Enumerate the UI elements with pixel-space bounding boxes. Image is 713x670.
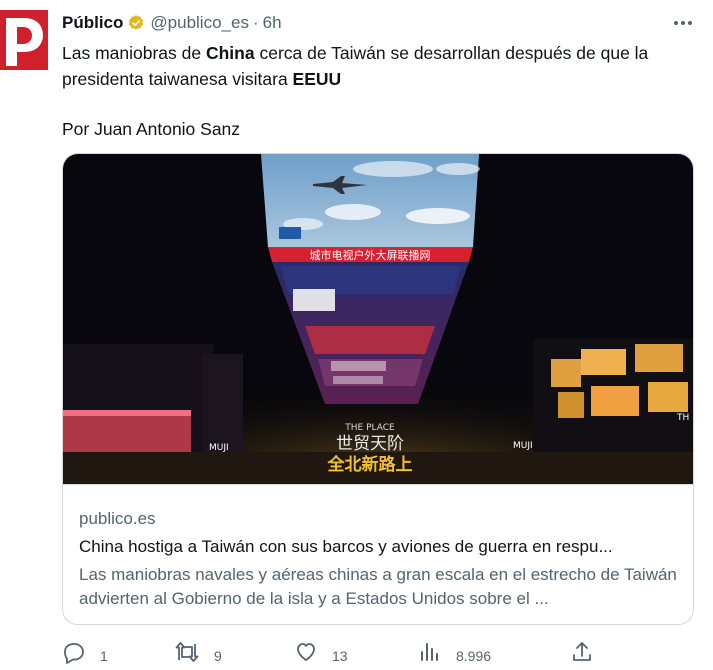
store-left-text: MUJI — [209, 443, 229, 453]
reply-icon — [64, 643, 84, 664]
retweet-count: 9 — [214, 648, 222, 664]
retweet-icon — [175, 642, 199, 662]
verified-badge-icon — [127, 14, 145, 32]
share-icon — [573, 642, 591, 661]
tweet-text: Las maniobras de China cerca de Taiwán s… — [62, 40, 702, 142]
text-part: Las maniobras de — [62, 43, 206, 63]
author-name[interactable]: Público — [62, 13, 123, 33]
tweet-body: Las maniobras de China cerca de Taiwán s… — [62, 40, 702, 92]
hashtag-eeuu[interactable]: EEUU — [293, 69, 342, 89]
views-icon — [421, 643, 438, 661]
retweet-button[interactable]: 9 — [174, 640, 222, 664]
card-image[interactable]: 城市电视户外大屏联播网 THE PLACE 世贸天阶 全北新路上 MUJI MU… — [63, 154, 694, 484]
card-description[interactable]: Las maniobras navales y aéreas chinas a … — [79, 563, 683, 611]
separator-dot: · — [252, 13, 259, 32]
store-far-right-text: TH — [676, 413, 689, 423]
venue-chinese-text: 世贸天阶 — [336, 434, 404, 454]
card-divider — [63, 484, 693, 485]
author-handle[interactable]: @publico_es — [150, 13, 249, 33]
tweet-time[interactable]: 6h — [263, 13, 282, 33]
publico-avatar[interactable] — [0, 10, 48, 70]
screen-banner-text: 城市电视户外大屏联播网 — [310, 248, 431, 262]
like-count: 13 — [332, 648, 348, 664]
reply-count: 1 — [100, 648, 108, 664]
reply-button[interactable]: 1 — [62, 640, 108, 664]
more-options-icon[interactable] — [670, 12, 696, 34]
card-domain[interactable]: publico.es — [79, 509, 156, 529]
tweet-header: Público @publico_es · 6h — [62, 13, 282, 33]
views-count: 8.996 — [456, 648, 492, 664]
card-title[interactable]: China hostiga a Taiwán con sus barcos y … — [79, 537, 683, 557]
bottom-sign-text: 全北新路上 — [327, 454, 413, 475]
views-button[interactable]: 8.996 — [418, 640, 491, 664]
publico-logo-icon — [0, 10, 48, 70]
like-button[interactable]: 13 — [294, 640, 348, 664]
store-right-text: MUJI — [513, 441, 533, 451]
share-button[interactable] — [570, 640, 594, 664]
tweet-byline: Por Juan Antonio Sanz — [62, 119, 241, 139]
link-preview-card[interactable]: 城市电视户外大屏联播网 THE PLACE 世贸天阶 全北新路上 MUJI MU… — [62, 153, 694, 625]
like-icon — [297, 643, 315, 661]
tweet-action-bar: 1 9 13 8.996 — [62, 640, 702, 670]
venue-text: THE PLACE — [344, 423, 395, 433]
hashtag-china[interactable]: China — [206, 43, 255, 63]
